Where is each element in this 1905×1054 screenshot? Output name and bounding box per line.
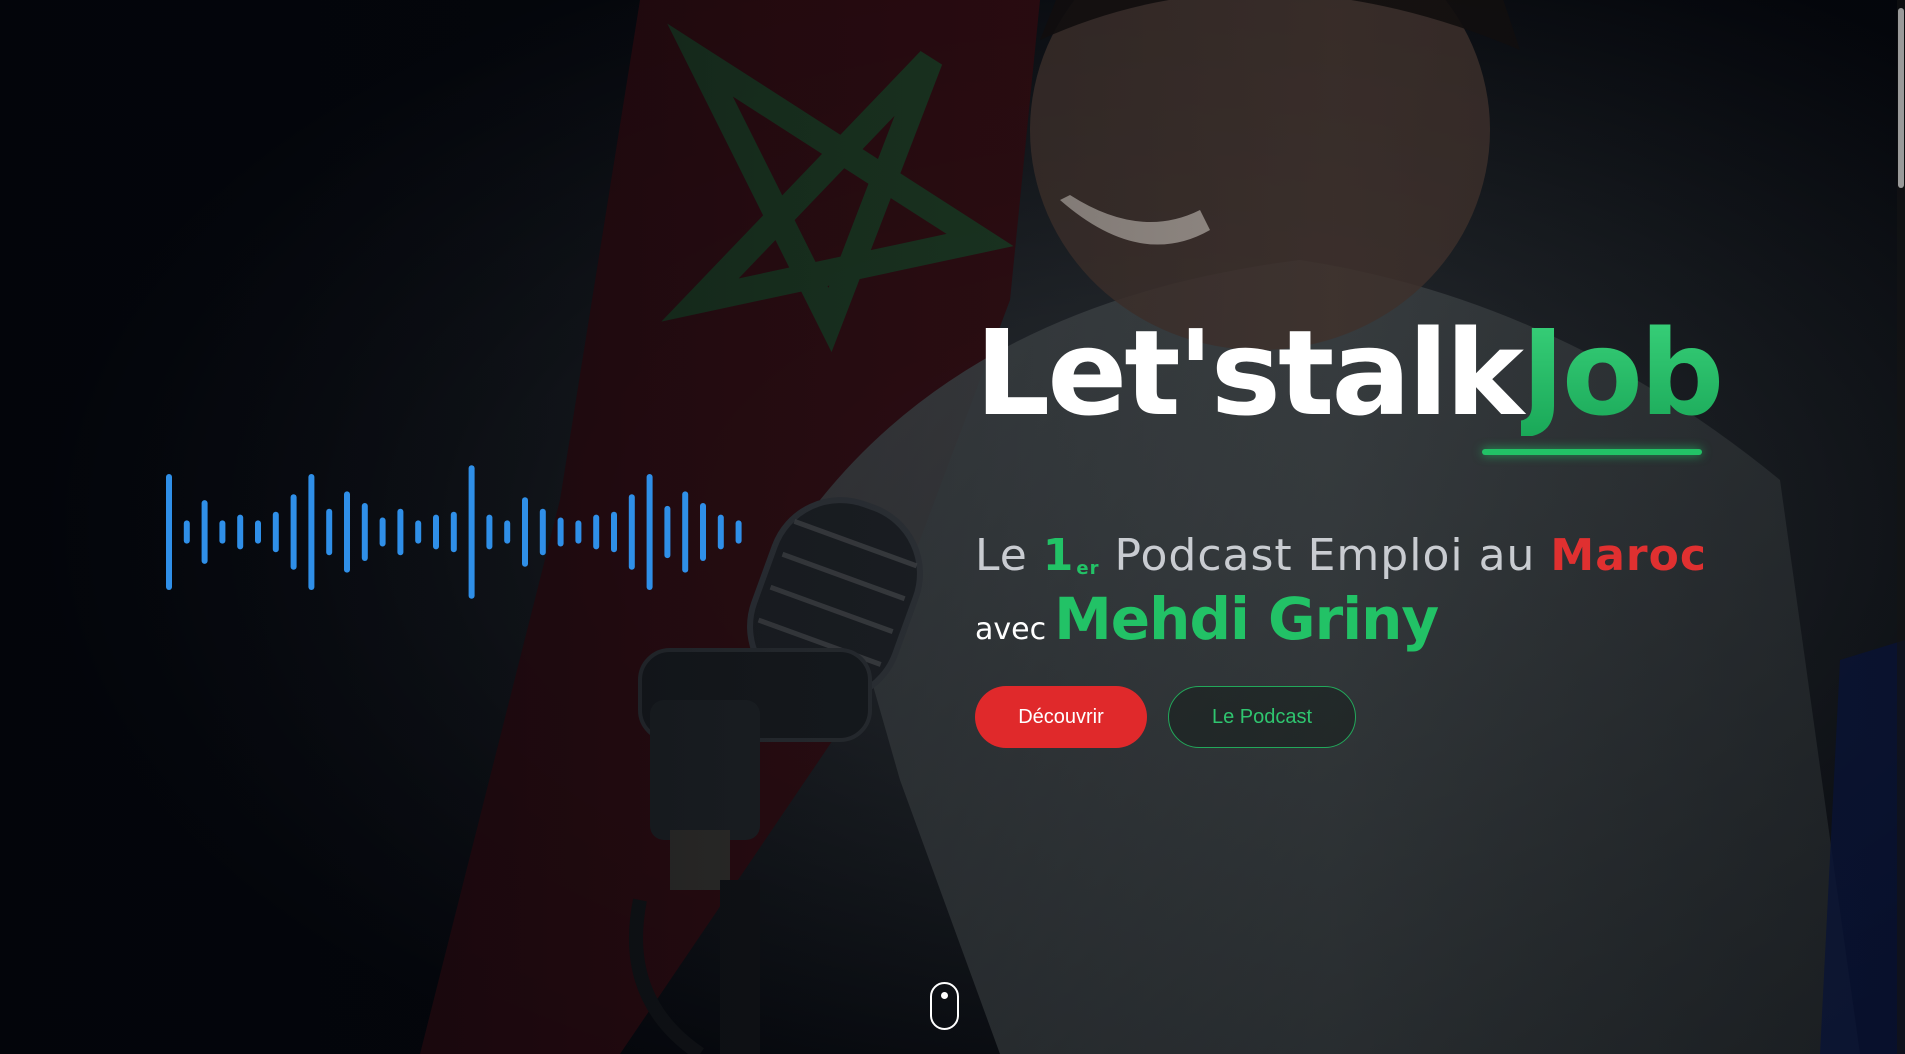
waveform-bar bbox=[522, 497, 528, 567]
waveform-bar bbox=[255, 520, 261, 544]
host-line: avec Mehdi Griny bbox=[975, 585, 1439, 653]
waveform-bar bbox=[575, 520, 582, 544]
tagline-country: Maroc bbox=[1550, 530, 1707, 581]
waveform-bar bbox=[611, 511, 617, 553]
title-underline bbox=[1482, 449, 1702, 455]
waveform-bar bbox=[700, 503, 706, 561]
site-title: Let'stalkJob bbox=[975, 304, 1724, 442]
tagline-rank-suffix: er bbox=[1076, 558, 1100, 579]
waveform-bar bbox=[166, 474, 172, 590]
scrollbar-thumb[interactable] bbox=[1898, 8, 1904, 188]
tagline-rank-number: 1 bbox=[1042, 530, 1075, 581]
waveform-bar bbox=[326, 508, 333, 556]
title-part-letstalk: Let'stalk bbox=[975, 304, 1524, 442]
waveform-bar bbox=[290, 494, 297, 570]
waveform-bar bbox=[539, 508, 546, 556]
waveform-bar bbox=[415, 520, 422, 544]
waveform-bar bbox=[593, 514, 600, 550]
waveform-bar bbox=[557, 517, 564, 547]
waveform-bar bbox=[717, 514, 724, 550]
waveform-bar bbox=[504, 520, 511, 544]
waveform-bar bbox=[735, 520, 742, 544]
waveform-bar bbox=[468, 465, 475, 599]
waveform-bar bbox=[664, 505, 671, 559]
tagline: Le 1 er Podcast Emploi au Maroc bbox=[975, 530, 1707, 581]
waveform-bar bbox=[486, 514, 493, 550]
page-scrollbar[interactable] bbox=[1897, 0, 1905, 1054]
podcast-button[interactable]: Le Podcast bbox=[1168, 686, 1356, 748]
waveform-bar bbox=[201, 500, 208, 564]
waveform-bar bbox=[450, 511, 457, 553]
title-part-job: Job bbox=[1520, 304, 1724, 442]
tagline-middle: Podcast Emploi au bbox=[1099, 530, 1551, 581]
waveform-bar bbox=[219, 520, 226, 544]
waveform-bar bbox=[237, 514, 244, 550]
scroll-wheel-dot bbox=[941, 992, 948, 999]
tagline-prefix: Le bbox=[975, 530, 1043, 581]
waveform-bar bbox=[361, 503, 368, 561]
host-prefix: avec bbox=[975, 612, 1047, 647]
waveform-bar bbox=[308, 474, 315, 590]
waveform-bar bbox=[433, 514, 439, 550]
waveform-bar bbox=[397, 508, 404, 556]
waveform-bar bbox=[183, 520, 190, 544]
audio-waveform-graphic bbox=[166, 465, 742, 599]
waveform-bar bbox=[646, 474, 653, 590]
waveform-bar bbox=[272, 511, 279, 553]
host-name: Mehdi Griny bbox=[1054, 585, 1439, 653]
mouse-scroll-icon[interactable] bbox=[930, 982, 959, 1030]
waveform-bar bbox=[682, 491, 689, 573]
waveform-bar bbox=[344, 491, 350, 573]
hero-section: Let'stalkJob Le 1 er Podcast Emploi au Ma… bbox=[0, 0, 1905, 1054]
waveform-bar bbox=[379, 517, 386, 547]
discover-button[interactable]: Découvrir bbox=[975, 686, 1147, 748]
waveform-bar bbox=[628, 494, 635, 570]
